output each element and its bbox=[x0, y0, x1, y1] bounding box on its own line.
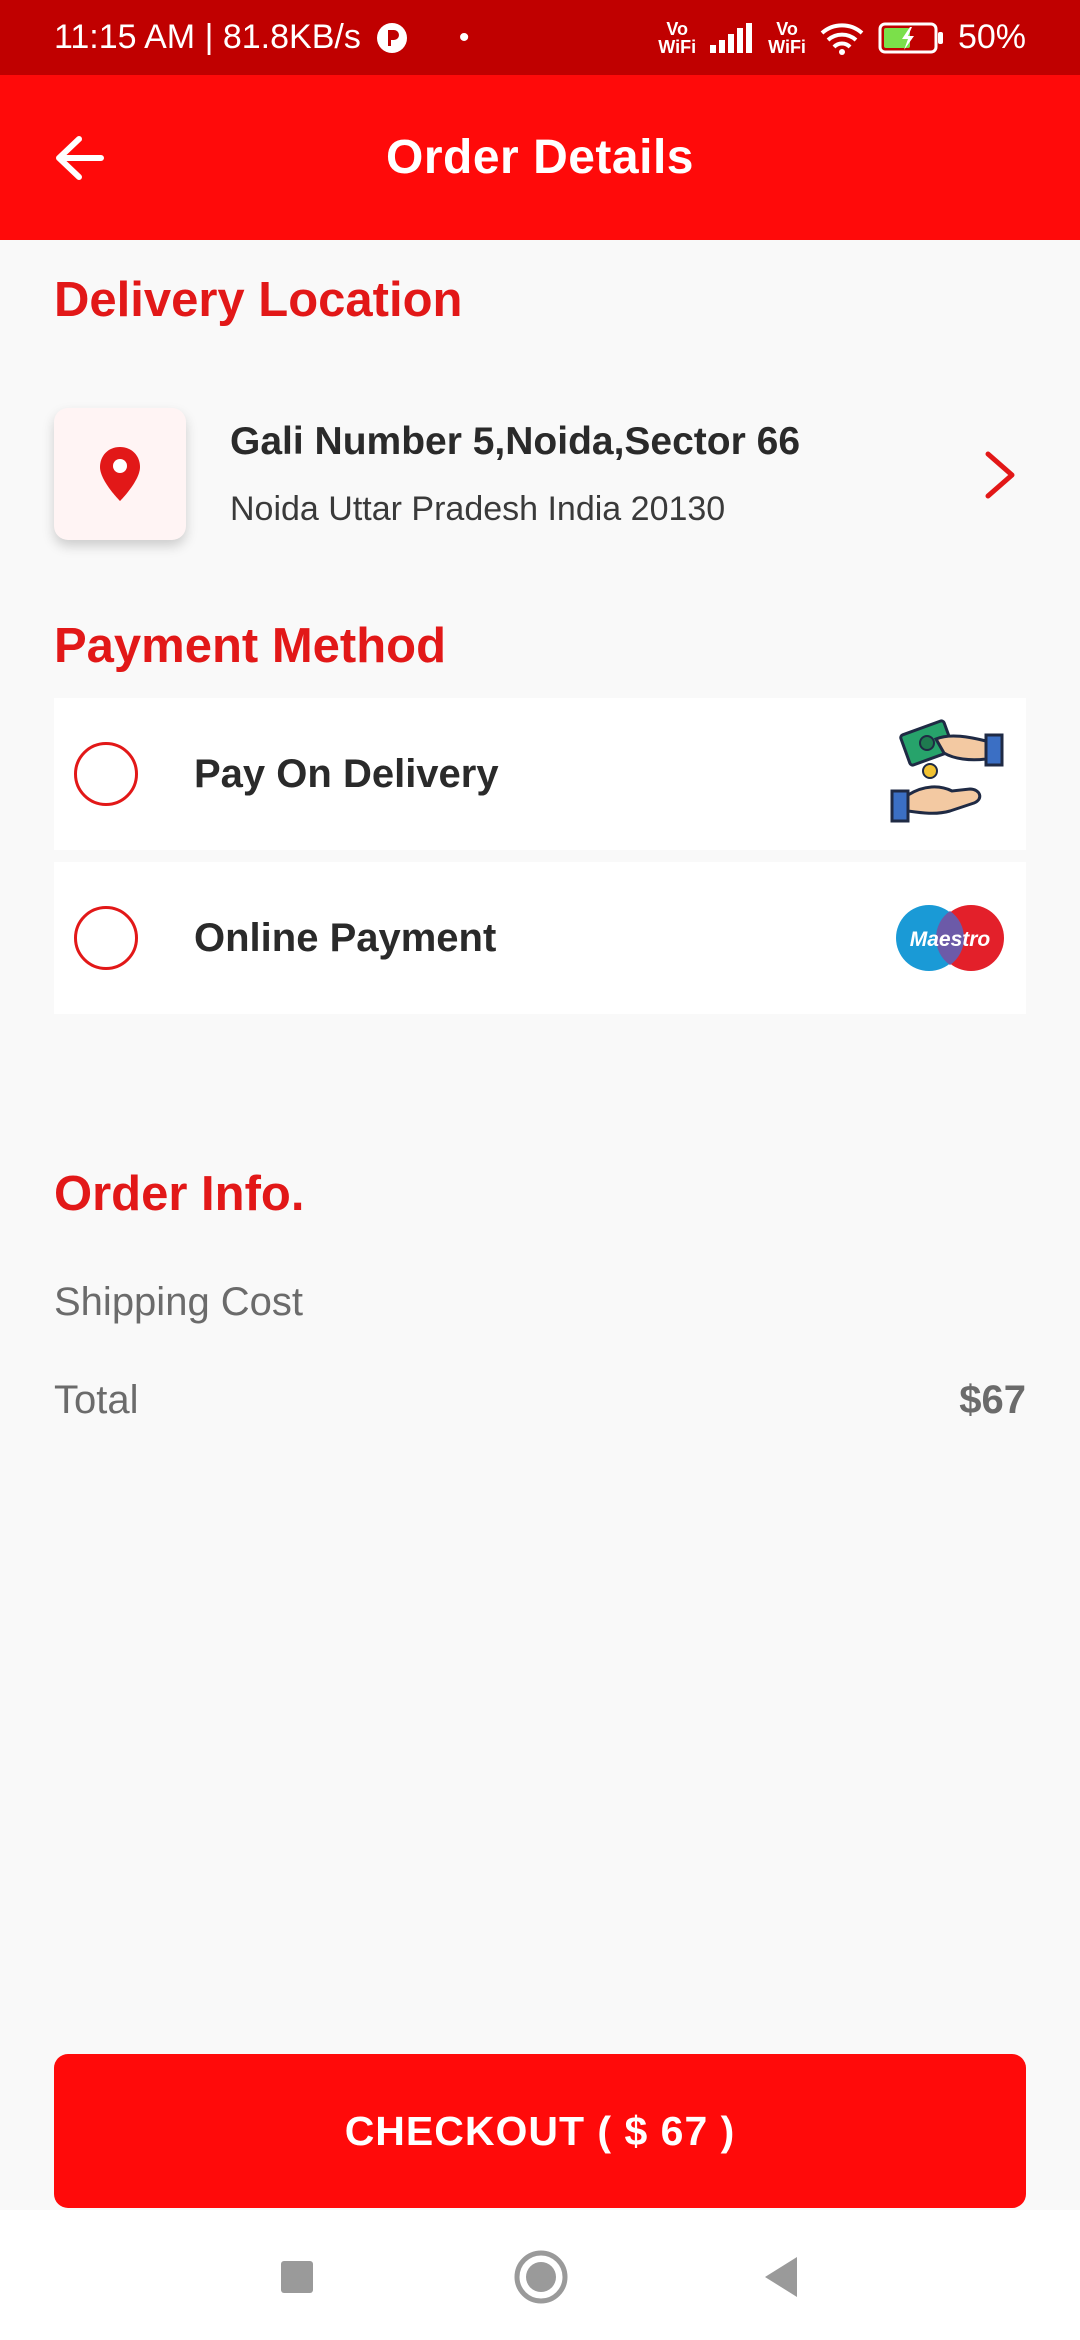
status-left: 11:15 AM | 81.8KB/s • bbox=[54, 18, 469, 57]
vowifi-icon: Vo WiFi bbox=[658, 18, 697, 57]
triangle-back-icon bbox=[765, 2257, 797, 2297]
home-circle-icon bbox=[514, 2250, 568, 2304]
status-time-speed: 11:15 AM | 81.8KB/s bbox=[54, 18, 361, 56]
status-right: Vo WiFi Vo WiFi 50% bbox=[658, 18, 1026, 57]
status-bar: 11:15 AM | 81.8KB/s • Vo WiFi Vo WiFi 50% bbox=[0, 0, 1080, 75]
radio-online-payment[interactable] bbox=[74, 906, 138, 970]
address-line1[interactable]: Gali Number 5,Noida,Sector 66 bbox=[230, 420, 800, 464]
payment-section-title: Payment Method bbox=[54, 619, 447, 673]
delivery-section-title: Delivery Location bbox=[54, 273, 463, 327]
map-pin-icon bbox=[100, 447, 140, 501]
radio-pay-on-delivery[interactable] bbox=[74, 742, 138, 806]
svg-text:Maestro: Maestro bbox=[910, 928, 991, 951]
square-icon bbox=[281, 2261, 313, 2293]
wifi-icon bbox=[820, 21, 864, 55]
back-nav-button[interactable] bbox=[746, 2242, 816, 2312]
order-info-section-title: Order Info. bbox=[54, 1167, 305, 1221]
recents-button[interactable] bbox=[262, 2242, 332, 2312]
chevron-right-icon[interactable] bbox=[980, 450, 1020, 500]
checkout-button[interactable]: CHECKOUT ( $ 67 ) bbox=[54, 2054, 1026, 2208]
app-notification-icon bbox=[375, 21, 409, 55]
back-button[interactable] bbox=[48, 126, 112, 190]
vowifi-icon-2: Vo WiFi bbox=[768, 18, 806, 57]
payment-option-online[interactable]: Online Payment Maestro bbox=[54, 862, 1026, 1014]
total-label: Total bbox=[54, 1378, 139, 1422]
system-nav-bar bbox=[0, 2210, 1080, 2340]
address-line2[interactable]: Noida Uttar Pradesh India 20130 bbox=[230, 490, 725, 529]
app-bar: Order Details bbox=[0, 75, 1080, 240]
pay-on-delivery-label: Pay On Delivery bbox=[194, 751, 499, 796]
online-payment-label: Online Payment bbox=[194, 915, 497, 960]
battery-percent: 50% bbox=[957, 18, 1026, 56]
status-dot: • bbox=[458, 20, 470, 54]
payment-option-cod[interactable]: Pay On Delivery bbox=[54, 698, 1026, 850]
arrow-left-icon bbox=[56, 135, 104, 180]
maestro-icon: Maestro bbox=[896, 905, 1004, 971]
cash-hands-icon bbox=[890, 719, 1004, 823]
total-value: $67 bbox=[959, 1378, 1026, 1422]
battery-icon bbox=[878, 22, 944, 54]
page-title: Order Details bbox=[386, 131, 694, 184]
home-button[interactable] bbox=[506, 2242, 576, 2312]
shipping-cost-label: Shipping Cost bbox=[54, 1280, 304, 1324]
location-icon-card[interactable] bbox=[54, 408, 186, 540]
signal-icon bbox=[710, 22, 754, 53]
